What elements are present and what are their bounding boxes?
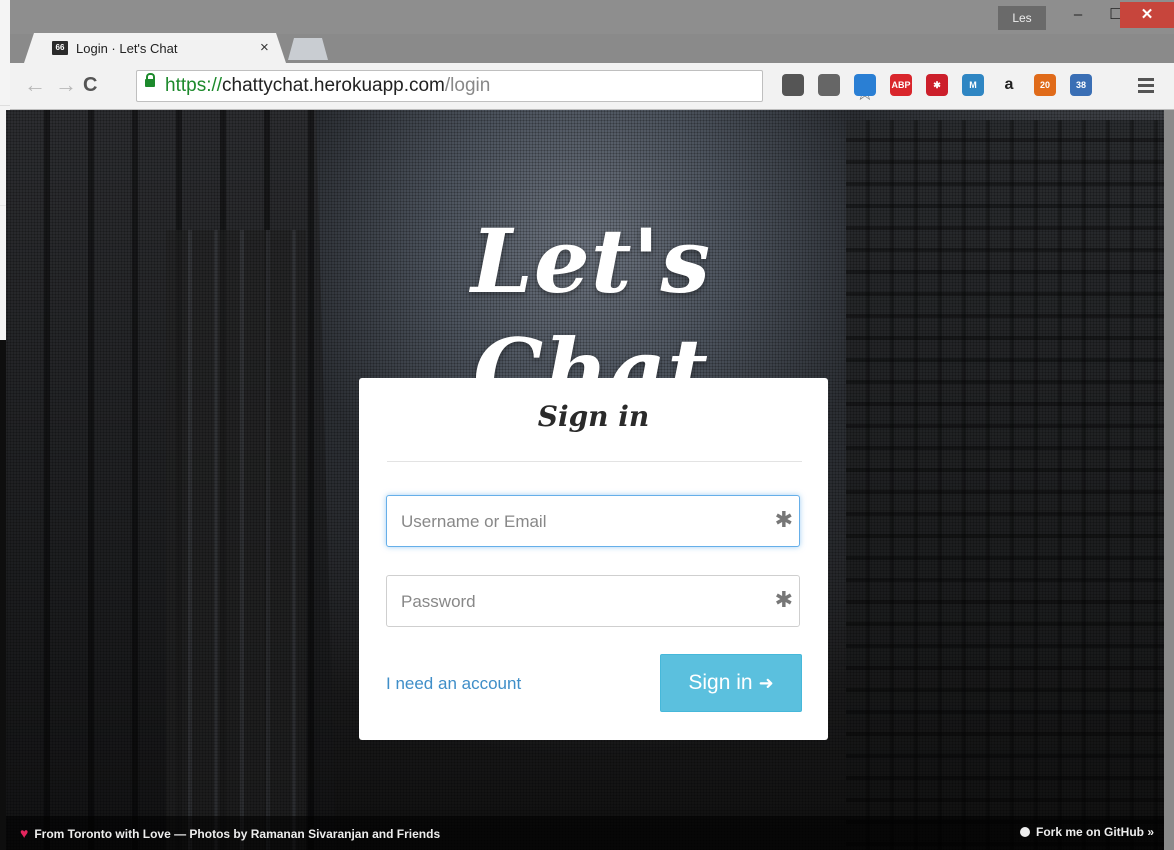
sign-in-arrow-icon: ➜ (758, 673, 774, 693)
lastpass-icon[interactable]: ✱ (926, 74, 948, 96)
menu-line (1138, 78, 1154, 81)
menu-line (1138, 84, 1154, 87)
badge-38-icon[interactable]: 38 (1070, 74, 1092, 96)
card-title: Sign in (537, 400, 650, 433)
github-icon (1019, 827, 1030, 837)
forward-arrow-icon[interactable]: → (55, 73, 77, 97)
heart-icon: ♥ (20, 825, 29, 841)
url-host: chattychat.herokuapp.com (222, 75, 445, 96)
cast-icon[interactable] (854, 74, 876, 96)
close-window-button[interactable]: ✕ (1120, 2, 1174, 28)
page-footer: ♥ From Toronto with Love — Photos by Rama… (6, 816, 1164, 850)
adblock-icon[interactable]: ABP (890, 74, 912, 96)
browser-tab[interactable]: 66 Login · Let's Chat × (24, 33, 286, 63)
menu-line (1138, 90, 1154, 93)
card-divider (387, 461, 802, 462)
required-asterisk-icon: ✱ (774, 587, 793, 612)
username-input[interactable] (399, 496, 773, 548)
pin-icon[interactable] (818, 74, 840, 96)
m-icon[interactable]: M (962, 74, 984, 96)
lock-icon (145, 73, 155, 87)
address-bar[interactable]: https://chattychat.herokuapp.com/login ☆ (136, 70, 875, 104)
fork-github-link[interactable]: Fork me on GitHub » (1019, 825, 1154, 839)
username-field[interactable]: ✱ (386, 495, 800, 548)
page-content: Let's Chat Sign in ✱ ✱ I need an account… (6, 110, 1164, 850)
new-tab-button[interactable] (288, 38, 328, 60)
reload-icon[interactable]: C (83, 73, 97, 97)
create-account-link[interactable]: I need an account (386, 674, 521, 694)
password-field[interactable]: ✱ (386, 575, 800, 628)
fork-github-text: Fork me on GitHub » (1035, 825, 1154, 839)
footer-credit-text: From Toronto with Love — Photos by Raman… (34, 827, 441, 841)
footer-credit: ♥ From Toronto with Love — Photos by Rama… (20, 825, 440, 841)
badge-20-icon[interactable]: 20 (1034, 74, 1056, 96)
sign-in-button-label: Sign in (688, 671, 753, 694)
browser-toolbar: ← → C https://chattychat.herokuapp.com/l… (10, 63, 1174, 110)
amazon-icon[interactable]: a (998, 74, 1020, 96)
url-text[interactable]: https://chattychat.herokuapp.com/login (165, 75, 490, 97)
password-input[interactable] (399, 576, 773, 628)
menu-icon[interactable] (1138, 78, 1154, 96)
back-arrow-icon[interactable]: ← (24, 73, 46, 97)
tab-title: Login · Let's Chat (76, 41, 178, 56)
url-path: /login (444, 75, 491, 96)
profile-button[interactable]: Les (998, 6, 1046, 30)
sign-in-card: Sign in ✱ ✱ I need an account Sign in➜ (359, 378, 828, 740)
sign-in-button[interactable]: Sign in ➜ (660, 654, 802, 712)
tab-favicon-icon: 66 (52, 41, 68, 55)
required-asterisk-icon: ✱ (774, 507, 793, 532)
url-scheme: https:// (165, 75, 223, 96)
pocket-icon[interactable] (782, 74, 804, 96)
tab-close-icon[interactable]: × (260, 39, 269, 56)
minimize-button[interactable]: – (1058, 2, 1098, 28)
